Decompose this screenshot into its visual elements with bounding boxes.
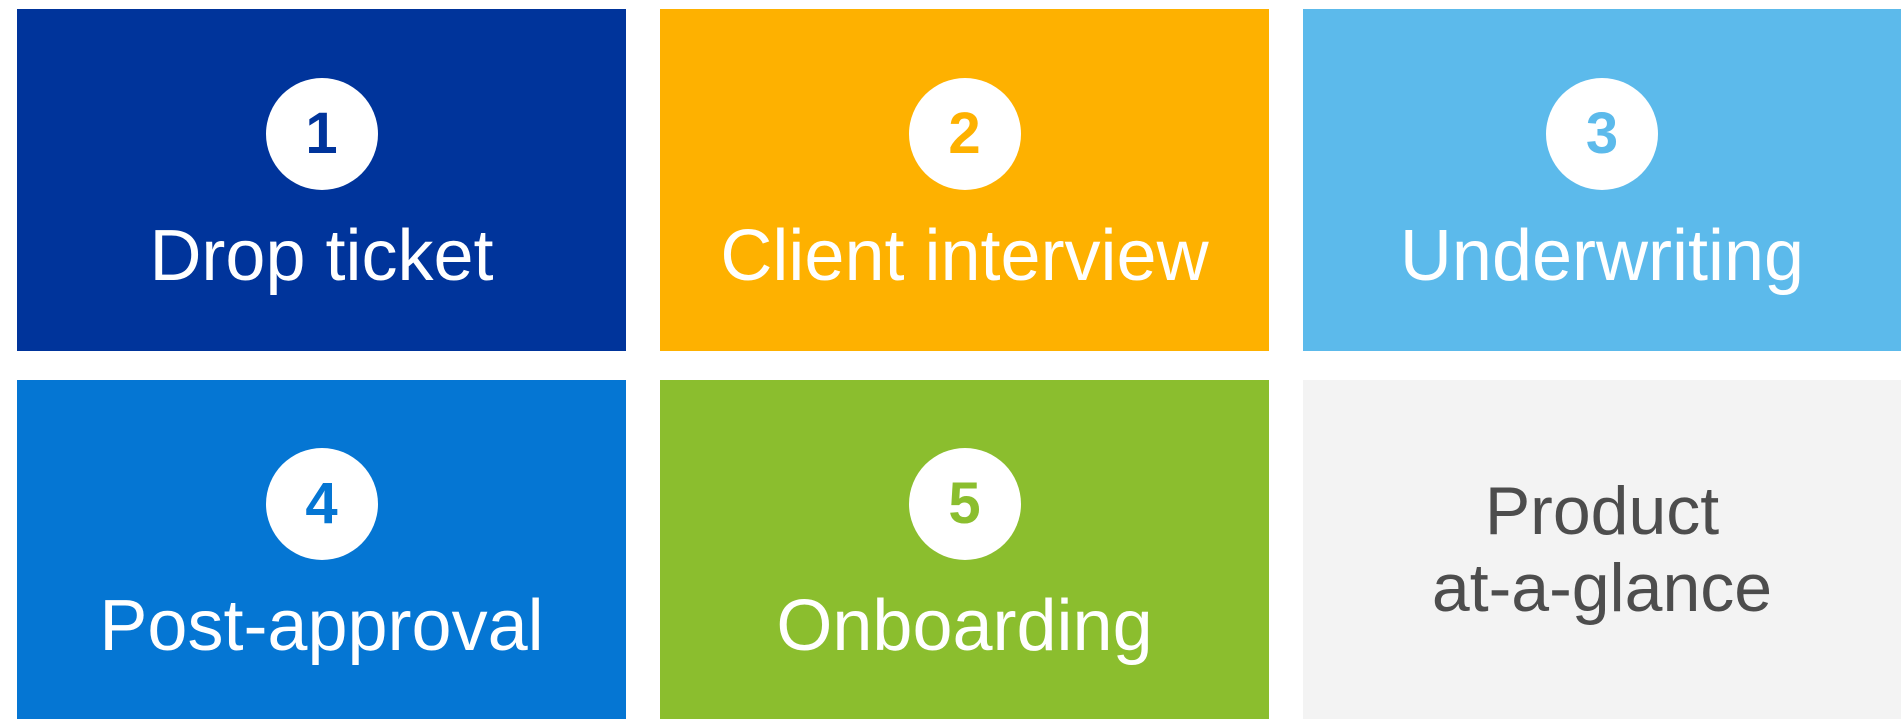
step-label: Client interview	[720, 216, 1209, 296]
step-tile-onboarding[interactable]: 5 Onboarding	[660, 380, 1269, 719]
step-number-badge: 2	[908, 78, 1021, 190]
product-at-a-glance-tile[interactable]: Product at-a-glance	[1303, 380, 1901, 719]
step-label: Post-approval	[99, 585, 544, 666]
step-tile-underwriting[interactable]: 3 Underwriting	[1303, 9, 1901, 351]
step-number-badge: 1	[265, 78, 378, 190]
step-tile-client-interview[interactable]: 2 Client interview	[660, 9, 1269, 351]
step-label: Onboarding	[776, 585, 1153, 666]
step-number-badge: 4	[265, 447, 378, 560]
product-tile-line-2: at-a-glance	[1431, 549, 1773, 626]
step-number-badge: 3	[1546, 78, 1658, 190]
step-number-badge: 5	[908, 447, 1021, 560]
step-label: Drop ticket	[149, 216, 494, 296]
product-tile-line-1: Product	[1484, 473, 1720, 550]
step-tile-drop-ticket[interactable]: 1 Drop ticket	[17, 9, 626, 351]
step-label: Underwriting	[1399, 216, 1805, 296]
step-tile-post-approval[interactable]: 4 Post-approval	[17, 380, 626, 719]
product-tile-label: Product at-a-glance	[1432, 473, 1772, 625]
